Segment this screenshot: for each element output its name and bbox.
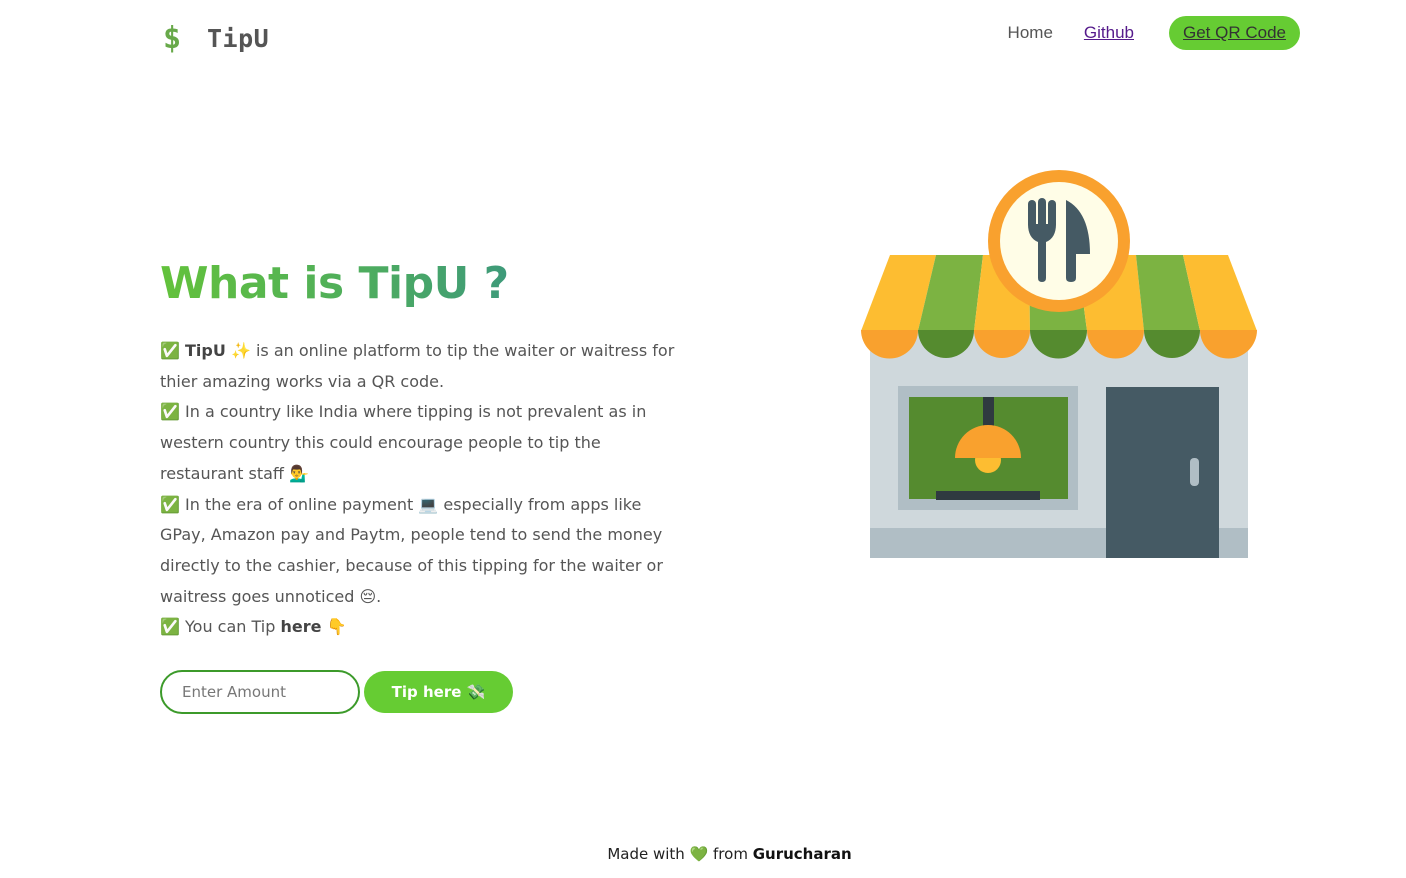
sign-face: [1000, 182, 1118, 300]
description-point-2: ✅ In a country like India where tipping …: [160, 402, 647, 483]
window-counter: [936, 491, 1040, 500]
page-title: What is TipU ?: [160, 258, 509, 309]
door-handle: [1190, 458, 1199, 486]
top-nav: Home Github Get QR Code: [1008, 16, 1300, 50]
description: ✅ TipU ✨ is an online platform to tip th…: [160, 336, 680, 643]
nav-github-link[interactable]: Github: [1084, 23, 1134, 43]
tip-form: Tip here 💸: [160, 670, 513, 714]
heart-icon: 💚: [689, 845, 709, 863]
here-emphasis: here: [280, 617, 322, 637]
brand-logo[interactable]: $ TipU: [163, 20, 269, 56]
check-icon: ✅: [160, 402, 180, 422]
check-icon: ✅: [160, 494, 180, 514]
author-name: Gurucharan: [752, 845, 852, 863]
get-qr-code-button[interactable]: Get QR Code: [1169, 16, 1300, 50]
check-icon: ✅: [160, 341, 180, 360]
shop-door: [1106, 387, 1219, 558]
dollar-icon: $: [163, 20, 182, 56]
footer: Made with 💚 from Gurucharan: [607, 845, 852, 863]
lamp-cord: [983, 397, 994, 427]
brand-name-inline: TipU: [185, 341, 226, 360]
check-icon: ✅: [160, 617, 180, 637]
tip-button[interactable]: Tip here 💸: [364, 671, 513, 713]
description-point-4: ✅ You can Tip here 👇: [160, 617, 347, 637]
description-point-1: ✅ TipU ✨ is an online platform to tip th…: [160, 341, 675, 391]
nav-home-link[interactable]: Home: [1008, 23, 1053, 43]
amount-input[interactable]: [160, 670, 360, 714]
brand-name: TipU: [207, 23, 270, 53]
description-point-3: ✅ In the era of online payment 💻 especia…: [160, 494, 663, 606]
restaurant-storefront-icon: [861, 170, 1257, 558]
